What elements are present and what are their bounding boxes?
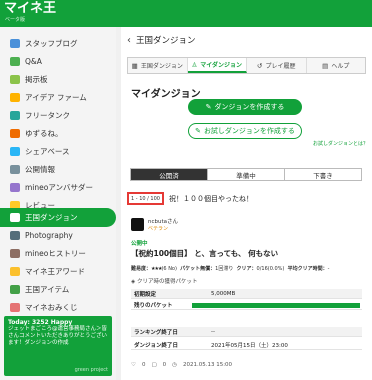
sidebar-item-award[interactable]: マイネ王アワード [0,262,116,281]
trial-dungeon-help-link[interactable]: お試しダンジョンとは？ [313,140,368,147]
qa-icon [10,57,20,66]
sidebar-item-board[interactable]: 掲示板 [0,70,116,89]
history-icon [10,249,20,258]
board-icon [10,75,20,84]
status-tab-bar: 公開済 準備中 下書き [130,168,362,181]
user-icon: ♙ [191,60,198,69]
clock-icon: ◷ [172,362,177,368]
sidebar-item-free-tank[interactable]: フリータンク [0,106,116,125]
omikuji-icon [10,303,20,312]
tank-icon [10,111,20,120]
sidebar-item-idea-farm[interactable]: アイデア ファーム [0,88,116,107]
history-icon: ↺ [257,61,263,70]
site-logo[interactable]: マイネ王 [4,2,56,16]
breadcrumb-label: 王国ダンジョン [136,36,196,46]
people-icon [10,183,20,192]
blog-icon [10,39,20,48]
dungeon-icon [10,213,20,222]
pagination-count: 1 - 10 / 100 [127,192,164,205]
grid-icon: ▦ [131,61,138,70]
chevron-left-icon: ‹ [127,34,131,46]
sidebar-item-ambassador[interactable]: mineoアンバサダー [0,178,116,197]
author-name[interactable]: ncbutaさん [148,217,178,225]
avatar[interactable] [131,218,144,231]
author-rank: ベテラン [148,226,169,232]
book-icon: ▤ [322,61,329,70]
tab-preparing[interactable]: 準備中 [208,169,285,180]
post-title[interactable]: 祝！１００個目やったね！ [169,194,253,204]
clear-packet-heading: ◈ クリア時の獲得パケット [131,279,198,285]
tab-play-history[interactable]: ↺ プレイ履歴 [247,58,307,73]
tab-published[interactable]: 公開済 [131,169,208,180]
lightbulb-icon [10,93,20,102]
status-badge: 公開中 [131,241,148,247]
trophy-icon [10,267,20,276]
create-dungeon-button[interactable]: ✎ ダンジョンを作成する [188,99,302,115]
page-title: マイダンジョン [131,89,201,100]
green-project-logo: green project [74,367,108,373]
item-icon [10,285,20,294]
sidebar-item-qa[interactable]: Q&A [0,52,116,71]
breadcrumb[interactable]: ‹ 王国ダンジョン [127,33,196,47]
sidebar-item-omikuji[interactable]: マイネおみくじ [0,298,116,317]
ranking-end-row: ランキング終了日 -- [131,327,362,337]
initial-setting-row: 初期設定 5,000MB [131,289,362,299]
heart-icon[interactable]: ♡ [131,362,136,368]
chart-icon [10,165,20,174]
dungeon-title[interactable]: 【祝約100個目】 と、言っても、 何もない [131,248,278,259]
logo-subtitle: ベータ版 [5,17,26,23]
sidebar-item-dungeon[interactable]: 王国ダンジョン [0,208,116,227]
tab-my-dungeon[interactable]: ♙ マイダンジョン [187,58,247,73]
pencil-icon: ✎ [205,103,212,111]
today-text: ジェットまごころ@運営事務局さん＞皆さんコメントいただきありがとうございます！ダ… [8,326,108,346]
sidebar-item-photography[interactable]: Photography [0,226,116,245]
dungeon-end-row: ダンジョン終了日 2021年05月15日（土）23:00 [131,340,362,350]
create-trial-dungeon-button[interactable]: ✎ お試しダンジョンを作成する [188,123,302,139]
gift-icon [10,129,20,138]
sidebar-item-staff-blog[interactable]: スタッフブログ [0,34,116,53]
camera-icon [10,231,20,240]
post-footer: ♡ 0 ▢ 0 ◷ 2021.05.13 15:00 [131,362,233,368]
tab-help[interactable]: ▤ ヘルプ [307,58,366,73]
sidebar-item-items[interactable]: 王国アイテム [0,280,116,299]
difficulty-stars: ★★★ [151,266,162,272]
sidebar-item-share-base[interactable]: シェアベース [0,142,116,161]
pencil-icon: ✎ [195,127,201,135]
dungeon-meta: 難易度：★★★(6 No) パケット無償：1回滞り クリア：0/16(0.0%)… [131,266,330,272]
tab-kingdom-dungeon[interactable]: ▦ 王国ダンジョン [128,58,188,73]
main-content: ‹ 王国ダンジョン ▦ 王国ダンジョン ♙ マイダンジョン ↺ プレイ履歴 ▤ ヘルプ … [121,27,372,380]
sidebar-item-yuzurune[interactable]: ゆずるね。 [0,124,116,143]
sidebar-item-public-info[interactable]: 公開情報 [0,160,116,179]
top-bar: マイネ王 ベータ版 [0,0,372,27]
today-happy-panel[interactable]: Today: 3252 Happy ジェットまごころ@運営事務局さん＞皆さんコメ… [4,316,112,376]
comment-icon[interactable]: ▢ [151,362,156,368]
sidebar-item-history[interactable]: mineoヒストリー [0,244,116,263]
remaining-packet-bar [192,303,360,308]
today-title: Today: 3252 Happy [8,319,73,326]
remaining-packet-fill [192,303,360,308]
diamond-icon: ◈ [131,279,136,285]
tab-draft[interactable]: 下書き [285,169,361,180]
tab-bar: ▦ 王国ダンジョン ♙ マイダンジョン ↺ プレイ履歴 ▤ ヘルプ [127,57,366,74]
share-icon [10,147,20,156]
